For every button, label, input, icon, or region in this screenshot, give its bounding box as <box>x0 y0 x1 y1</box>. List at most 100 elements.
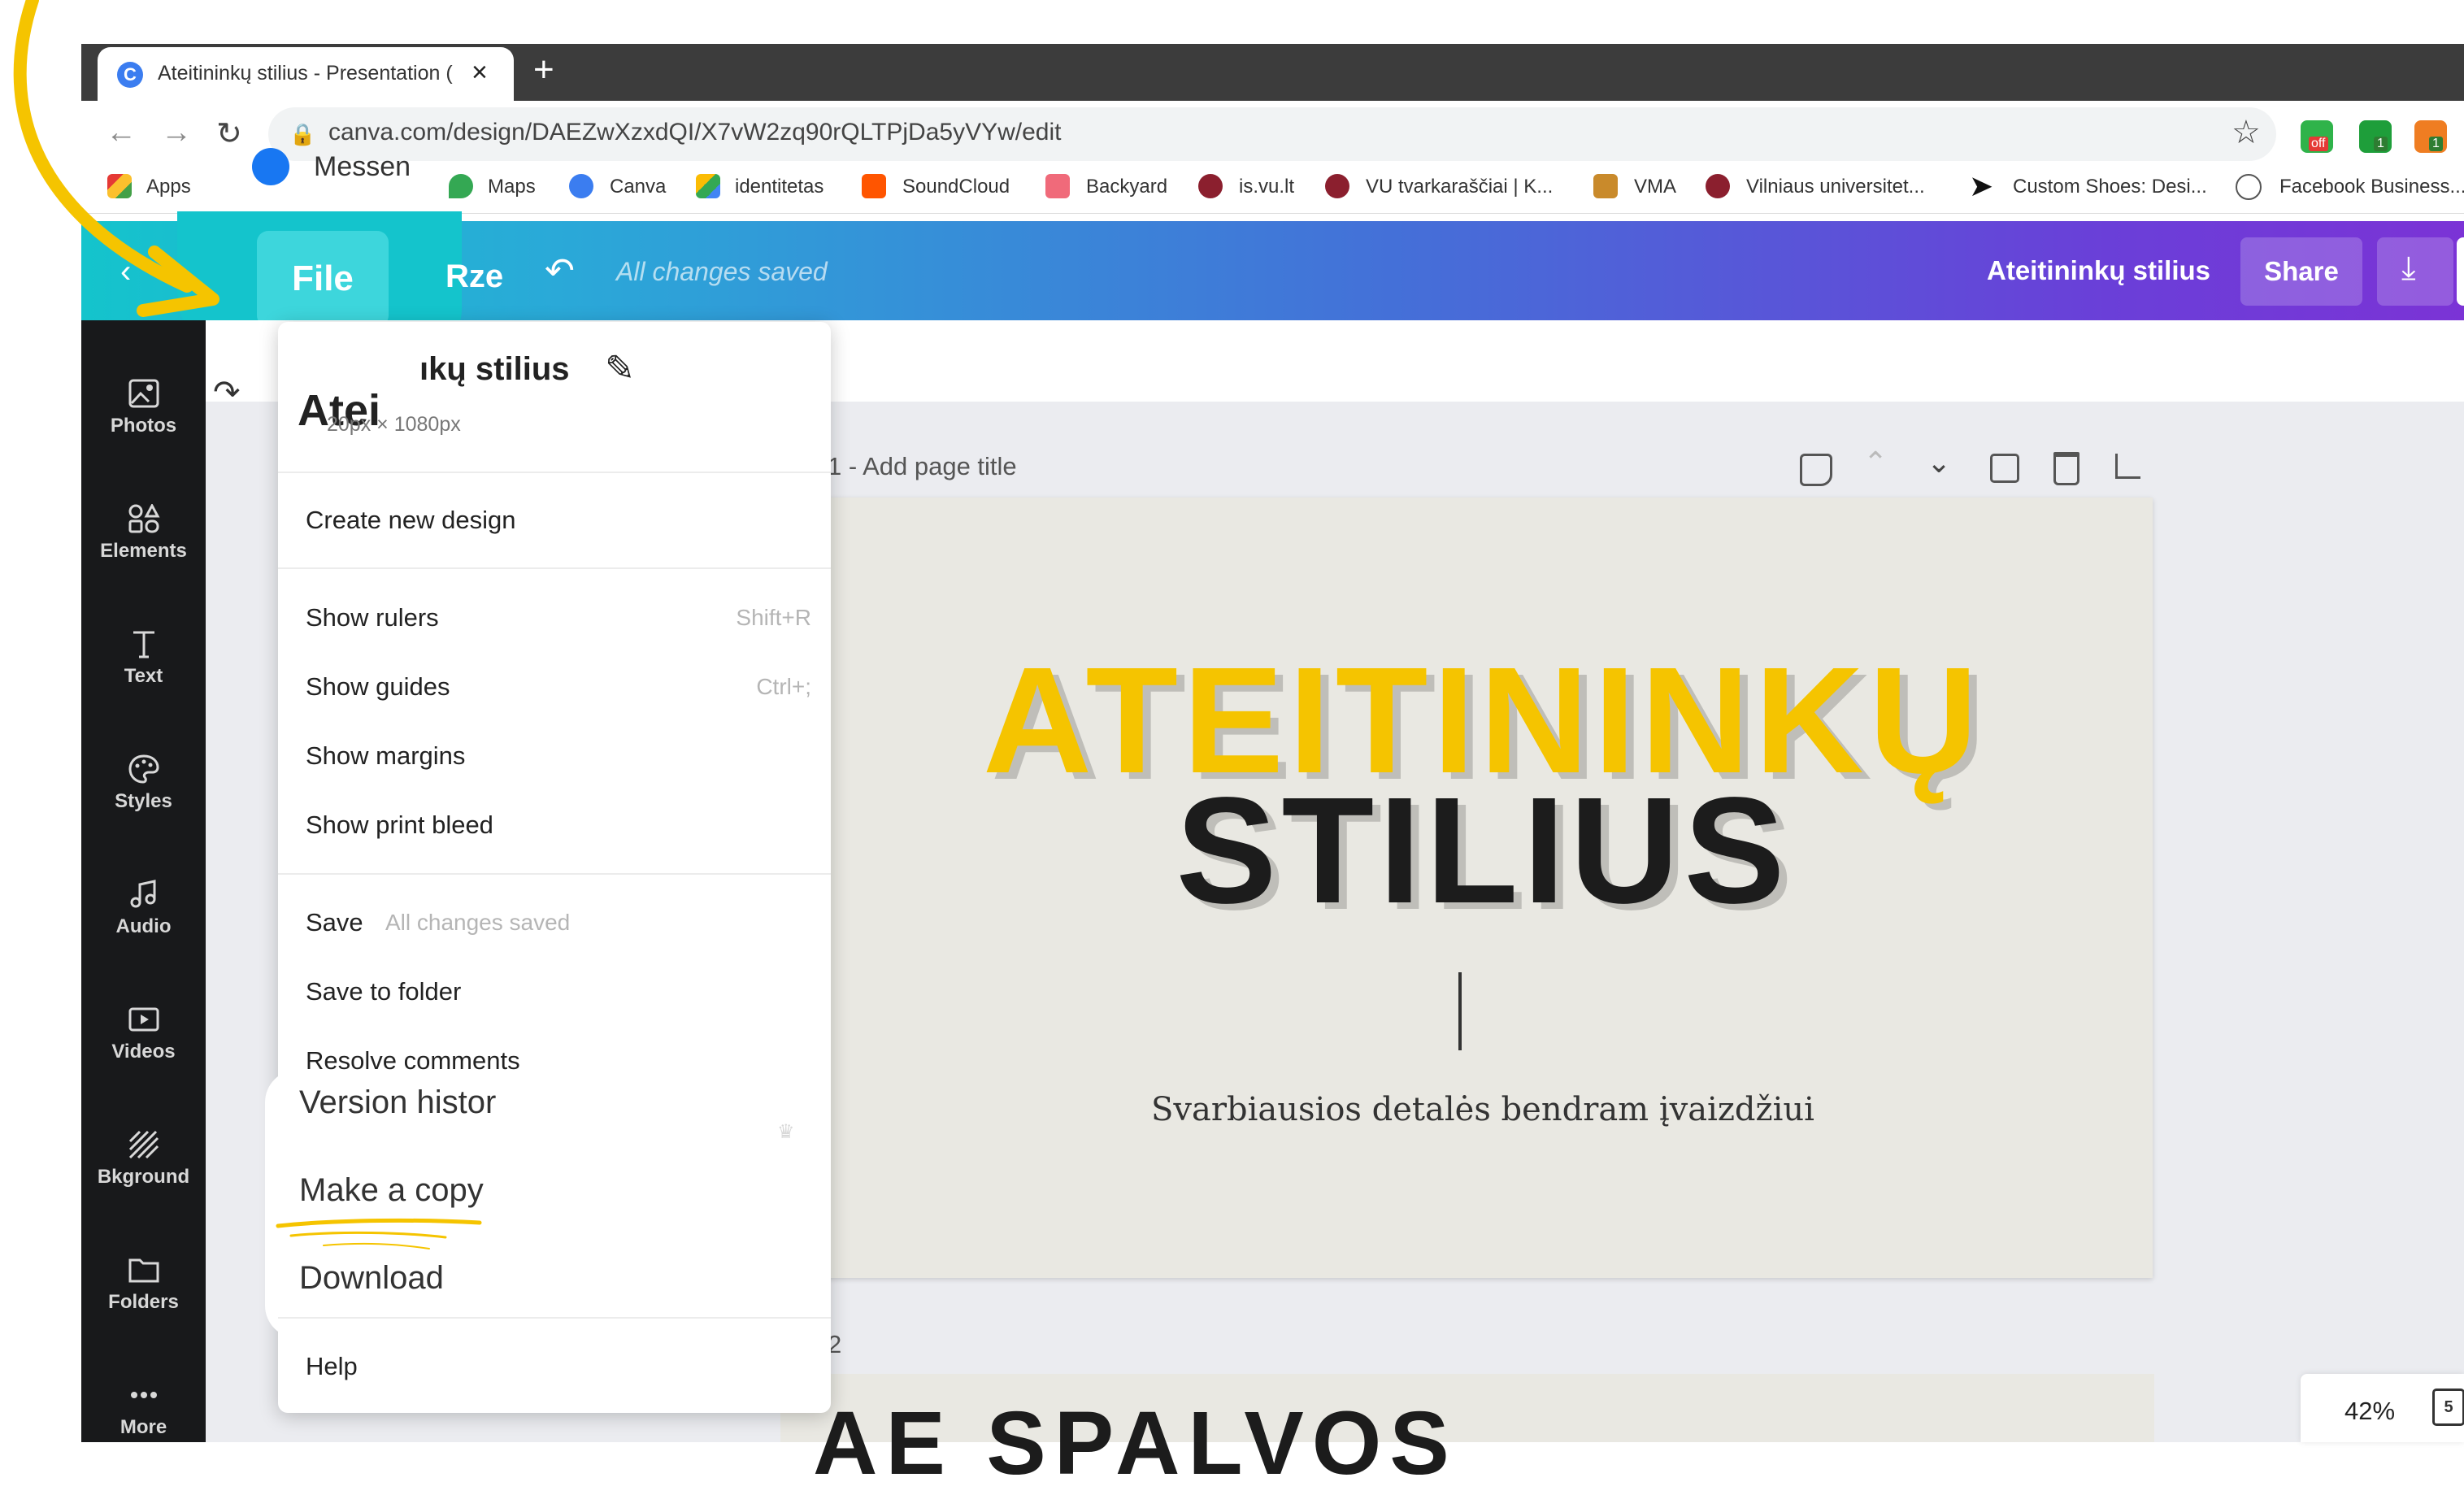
undo-icon[interactable]: ↶ <box>545 250 575 292</box>
subtitle-text[interactable]: Svarbiausios detalės bendram įvaizdžiui <box>813 1091 2153 1128</box>
menu-save-status: All changes saved <box>385 910 571 935</box>
page-count-button[interactable]: 5 <box>2432 1389 2464 1426</box>
menu-save[interactable]: Save <box>306 908 363 937</box>
palette-icon <box>128 754 159 784</box>
design-name[interactable]: ıkų stilius <box>419 351 570 388</box>
background-pattern-icon <box>128 1130 159 1159</box>
sidebar-item-background[interactable]: Bkground <box>81 1130 206 1189</box>
bookmark-custom-shoes[interactable]: Custom Shoes: Desi... <box>2013 176 2207 198</box>
menu-create-new-design[interactable]: Create new design <box>306 506 516 535</box>
sidebar-item-label: Videos <box>111 1041 176 1063</box>
download-icon: ⤓ <box>2401 250 2416 286</box>
rotate-icon[interactable]: ↷ <box>213 374 241 411</box>
sidebar-item-audio[interactable]: Audio <box>81 880 206 938</box>
menu-save-to-folder[interactable]: Save to folder <box>306 977 461 1006</box>
headline-line-2[interactable]: STILIUS <box>813 764 2153 937</box>
bookmark-is-vu[interactable]: is.vu.lt <box>1239 176 1294 198</box>
bookmark-facebook-business[interactable]: Facebook Business... <box>2279 176 2464 198</box>
yellow-underline-highlight <box>276 1218 482 1249</box>
page-title[interactable]: 1 - Add page title <box>828 452 1017 481</box>
sidebar-item-label: Photos <box>110 415 177 437</box>
zoom-level[interactable]: 42% <box>2344 1397 2395 1426</box>
menu-help[interactable]: Help <box>306 1352 358 1381</box>
maps-icon <box>449 174 473 198</box>
sidebar-item-label: Elements <box>100 540 187 562</box>
extension-badge: 1 <box>2429 137 2443 151</box>
facebook-business-icon <box>2236 174 2262 200</box>
page-2-headline[interactable]: AE SPALVOS <box>813 1392 1458 1495</box>
extension-badge: off <box>2309 137 2328 151</box>
bookmark-vma[interactable]: VMA <box>1634 176 1676 198</box>
bookmark-maps[interactable]: Maps <box>488 176 536 198</box>
vma-icon <box>1593 174 1618 198</box>
elements-icon <box>128 504 160 533</box>
duplicate-page-icon[interactable] <box>1990 454 2019 483</box>
folder-icon <box>128 1258 159 1283</box>
design-dimensions: 20px × 1080px <box>327 413 461 436</box>
resize-button[interactable]: Rze <box>445 259 503 295</box>
sidebar-item-elements[interactable]: Elements <box>81 504 206 563</box>
bookmark-canva[interactable]: Canva <box>610 176 666 198</box>
close-tab-icon[interactable]: × <box>472 57 488 89</box>
notes-icon[interactable] <box>1800 454 1832 486</box>
sidebar-item-photos[interactable]: Photos <box>81 379 206 437</box>
url-text[interactable]: canva.com/design/DAEZwXzxdQI/X7vW2zq90rQ… <box>328 119 1061 146</box>
bookmark-vu-tvarkarasciai[interactable]: VU tvarkaraščiai | K... <box>1366 176 1553 198</box>
premium-crown-icon: ♛ <box>777 1121 795 1143</box>
vertical-divider-line[interactable] <box>1458 972 1462 1050</box>
menu-make-a-copy[interactable]: Make a copy <box>299 1172 484 1209</box>
menu-show-margins[interactable]: Show margins <box>306 741 465 771</box>
bookmark-soundcloud[interactable]: SoundCloud <box>902 176 1010 198</box>
edit-pencil-icon[interactable]: ✎ <box>605 348 635 389</box>
shortcut-show-guides: Ctrl+; <box>756 674 811 699</box>
text-icon <box>133 631 154 658</box>
bookmark-star-icon[interactable]: ☆ <box>2232 114 2261 151</box>
download-button[interactable]: ⤓ <box>2377 237 2453 306</box>
bookmark-backyard[interactable]: Backyard <box>1086 176 1167 198</box>
menu-show-guides[interactable]: Show guides <box>306 672 450 702</box>
drive-icon <box>696 174 720 198</box>
share-button[interactable]: Share <box>2240 237 2362 306</box>
move-up-icon[interactable]: ⌃ <box>1863 445 1888 480</box>
add-page-icon[interactable] <box>2115 454 2140 479</box>
delete-page-icon[interactable] <box>2053 452 2079 485</box>
design-title[interactable]: Ateitininkų stilius <box>1987 255 2210 286</box>
bookmark-vilniaus-universitetas[interactable]: Vilniaus universitet... <box>1746 176 1925 198</box>
vu-icon <box>1706 174 1730 198</box>
yellow-arrow-annotation <box>13 0 219 317</box>
music-note-icon <box>130 880 155 908</box>
sidebar-item-label: Audio <box>115 915 172 937</box>
bookmark-identitetas[interactable]: identitetas <box>735 176 824 198</box>
menu-show-rulers[interactable]: Show rulers <box>306 603 439 632</box>
menu-divider <box>278 873 831 875</box>
photos-icon <box>128 379 159 408</box>
sidebar-item-label: More <box>120 1416 167 1438</box>
sidebar-item-more[interactable]: More <box>81 1380 206 1439</box>
video-icon <box>128 1007 159 1032</box>
sidebar-item-folders[interactable]: Folders <box>81 1255 206 1314</box>
menu-version-history[interactable]: Version histor <box>299 1084 496 1121</box>
extension-badge: 1 <box>2374 137 2388 151</box>
sidebar-item-styles[interactable]: Styles <box>81 754 206 813</box>
more-header-button[interactable] <box>2457 237 2464 306</box>
sidebar-item-label: Styles <box>115 790 172 812</box>
menu-divider <box>278 567 831 569</box>
menu-divider <box>278 472 831 473</box>
sidebar-item-label: Text <box>124 665 163 687</box>
more-dots-icon <box>130 1392 157 1398</box>
menu-show-print-bleed[interactable]: Show print bleed <box>306 811 493 840</box>
extension-icon[interactable]: off <box>2301 120 2333 153</box>
new-tab-button[interactable]: + <box>533 52 554 88</box>
sidebar-item-videos[interactable]: Videos <box>81 1005 206 1063</box>
menu-divider <box>278 1317 831 1319</box>
sidebar-item-label: Bkground <box>97 1166 190 1188</box>
bookmark-messenger[interactable]: Messen <box>314 151 411 183</box>
custom-shoes-icon: ➤ <box>1969 169 1994 202</box>
extension-icon[interactable]: 1 <box>2359 120 2392 153</box>
sidebar-item-label: Folders <box>108 1291 179 1313</box>
extension-icon[interactable]: 1 <box>2414 120 2447 153</box>
move-down-icon[interactable]: ⌄ <box>1927 445 1951 480</box>
menu-download[interactable]: Download <box>299 1260 444 1297</box>
backyard-icon <box>1045 174 1070 198</box>
sidebar-item-text[interactable]: Text <box>81 629 206 688</box>
